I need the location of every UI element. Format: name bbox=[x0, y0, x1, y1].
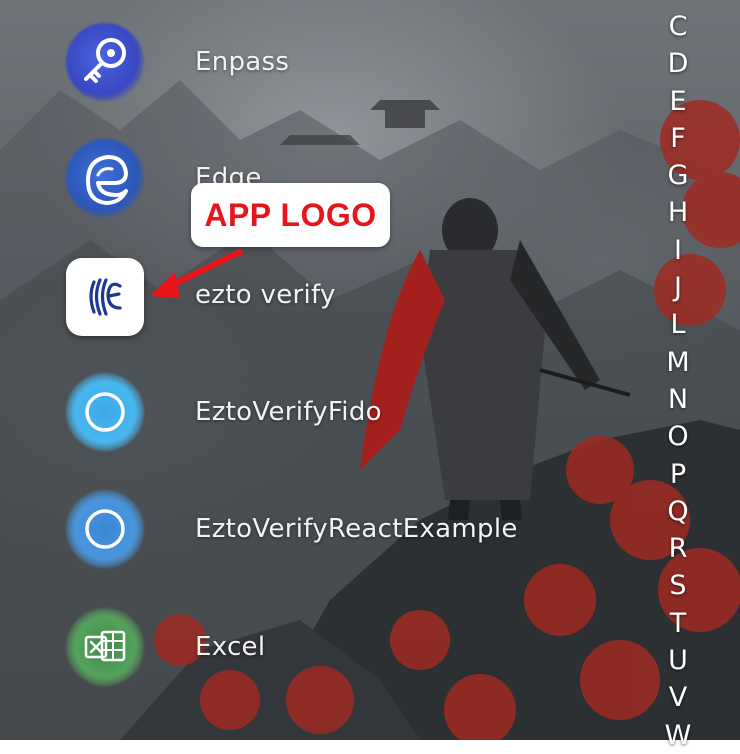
index-letter[interactable]: J bbox=[660, 269, 696, 306]
app-item-enpass[interactable]: Enpass bbox=[0, 23, 640, 123]
index-letter[interactable]: O bbox=[660, 418, 696, 455]
index-letter[interactable]: U bbox=[660, 642, 696, 679]
circle-icon[interactable] bbox=[66, 490, 144, 568]
annotation-callout: APP LOGO bbox=[191, 183, 390, 247]
app-item-eztoverifyreactexample[interactable]: EztoVerifyReactExample bbox=[0, 490, 640, 590]
app-item-excel[interactable]: Excel bbox=[0, 608, 640, 708]
circle-icon[interactable] bbox=[66, 373, 144, 451]
index-letter[interactable]: I bbox=[660, 232, 696, 269]
app-label: Excel bbox=[195, 632, 266, 662]
index-letter[interactable]: P bbox=[660, 456, 696, 493]
annotation-label: APP LOGO bbox=[204, 196, 377, 233]
app-item-ezto-verify[interactable]: ezto verify bbox=[0, 256, 640, 356]
key-icon[interactable] bbox=[66, 23, 144, 101]
index-letter[interactable]: S bbox=[660, 567, 696, 604]
app-item-eztoverifyfido[interactable]: EztoVerifyFido bbox=[0, 373, 640, 473]
index-letter[interactable]: Q bbox=[660, 493, 696, 530]
index-letter[interactable]: F bbox=[660, 120, 696, 157]
index-letter[interactable]: E bbox=[660, 83, 696, 120]
index-letter[interactable]: G bbox=[660, 157, 696, 194]
index-letter[interactable]: R bbox=[660, 530, 696, 567]
app-label: EztoVerifyReactExample bbox=[195, 514, 518, 544]
app-label: Enpass bbox=[195, 47, 290, 77]
index-letter[interactable]: T bbox=[660, 605, 696, 642]
index-letter[interactable]: N bbox=[660, 381, 696, 418]
index-letter[interactable]: V bbox=[660, 679, 696, 716]
edge-icon[interactable] bbox=[66, 139, 144, 217]
app-label: EztoVerifyFido bbox=[195, 397, 382, 427]
app-label: ezto verify bbox=[195, 280, 336, 310]
excel-icon[interactable] bbox=[66, 608, 144, 686]
index-letter[interactable]: M bbox=[660, 344, 696, 381]
index-letter[interactable]: L bbox=[660, 306, 696, 343]
index-letter[interactable]: C bbox=[660, 8, 696, 45]
index-letter[interactable]: W bbox=[660, 717, 696, 754]
alphabet-index[interactable]: C D E F G H I J L M N O P Q R S T U V W bbox=[660, 8, 696, 754]
index-letter[interactable]: H bbox=[660, 194, 696, 231]
ezto-verify-logo-icon[interactable] bbox=[66, 256, 144, 336]
index-letter[interactable]: D bbox=[660, 45, 696, 82]
